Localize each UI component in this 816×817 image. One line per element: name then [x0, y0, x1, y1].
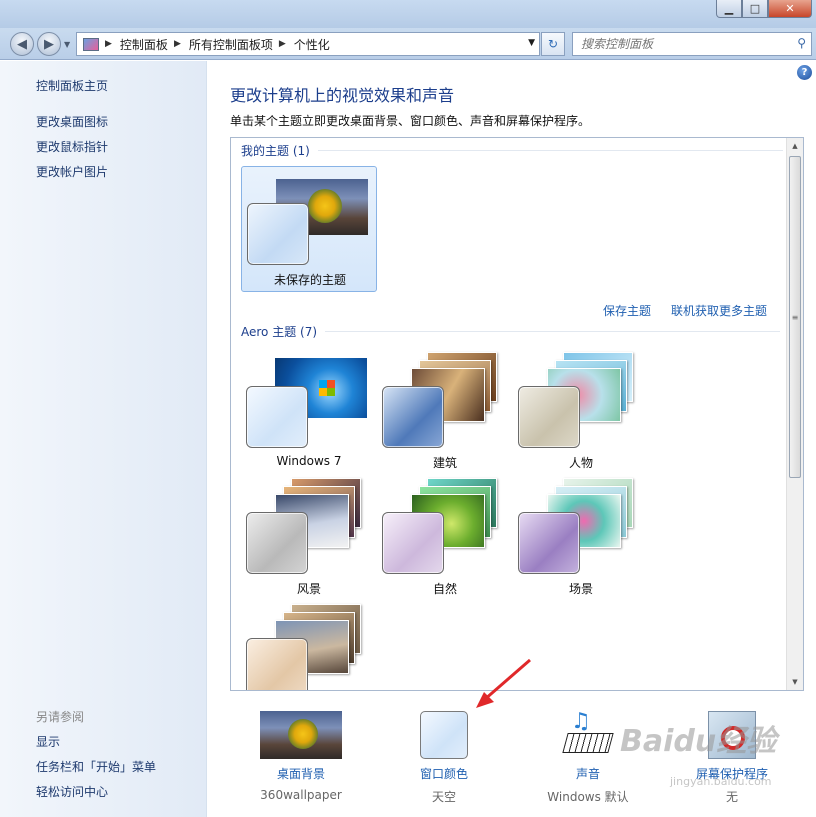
- window-color-value: 天空: [431, 790, 456, 804]
- search-input[interactable]: [573, 33, 773, 55]
- window-color-label: 窗口颜色: [419, 767, 468, 781]
- breadcrumb-separator-icon[interactable]: ▶: [105, 39, 112, 49]
- aero-themes-header-label: Aero 主题 (7): [241, 325, 318, 339]
- get-more-themes-link[interactable]: 联机获取更多主题: [671, 302, 767, 319]
- sidebar-link-home[interactable]: 控制面板主页: [36, 77, 108, 94]
- theme-actions: 保存主题 联机获取更多主题: [603, 302, 767, 319]
- theme-landscapes[interactable]: 风景: [241, 478, 377, 604]
- sidebar-link-display[interactable]: 显示: [36, 733, 60, 750]
- piano-keys-icon: [562, 733, 614, 753]
- address-dropdown-icon[interactable]: ▼: [528, 38, 535, 48]
- watermark-brand: Baidu经验: [620, 724, 777, 759]
- sidebar: 控制面板主页 更改桌面图标 更改鼠标指针 更改帐户图片 另请参阅 显示 任务栏和…: [0, 61, 207, 817]
- refresh-icon[interactable]: ↻: [541, 32, 565, 56]
- window-color-swatch: [518, 512, 580, 574]
- sidebar-link-ease-of-access[interactable]: 轻松访问中心: [36, 783, 108, 800]
- window-color-setting[interactable]: 窗口颜色 天空: [396, 711, 492, 805]
- scroll-up-icon[interactable]: ▲: [787, 138, 803, 154]
- theme-architecture[interactable]: 建筑: [377, 352, 513, 478]
- flower-image: [308, 189, 342, 223]
- search-icon[interactable]: ⚲: [797, 36, 806, 50]
- theme-unsaved[interactable]: 未保存的主题: [241, 166, 377, 292]
- window-color-swatch: [382, 512, 444, 574]
- sidebar-link-mouse-pointer[interactable]: 更改鼠标指针: [36, 138, 108, 155]
- address-bar[interactable]: ▶ 控制面板 ▶ 所有控制面板项 ▶ 个性化 ▼: [76, 32, 540, 56]
- page-subtitle: 单击某个主题立即更改桌面背景、窗口颜色、声音和屏幕保护程序。: [230, 114, 591, 128]
- title-bar: ▁ □ ✕: [0, 0, 816, 28]
- scrollbar-thumb[interactable]: ≡: [789, 156, 801, 478]
- theme-characters[interactable]: 人物: [513, 352, 649, 478]
- page-title: 更改计算机上的视觉效果和声音: [230, 86, 455, 105]
- search-box: ⚲: [572, 32, 812, 56]
- music-note-icon: ♫: [571, 709, 591, 734]
- aero-themes-header: Aero 主题 (7): [241, 323, 781, 340]
- theme-label: Windows 7: [276, 454, 342, 468]
- flower-image: [288, 719, 318, 749]
- my-themes-header-label: 我的主题 (1): [241, 144, 310, 158]
- window-color-swatch: [247, 203, 309, 265]
- desktop-background-value: 360wallpaper: [260, 788, 342, 802]
- vertical-scrollbar[interactable]: ▲ ≡ ▼: [786, 138, 803, 690]
- navigation-bar: ◀ ▶ ▼ ▶ 控制面板 ▶ 所有控制面板项 ▶ 个性化 ▼ ↻ ⚲: [0, 28, 816, 60]
- breadcrumb-separator-icon[interactable]: ▶: [174, 39, 181, 49]
- theme-label: 未保存的主题: [273, 273, 346, 287]
- window-color-swatch: [420, 711, 468, 759]
- see-also-heading: 另请参阅: [36, 710, 85, 724]
- forward-arrow-icon[interactable]: ▶: [37, 32, 61, 56]
- theme-windows7[interactable]: Windows 7: [241, 352, 377, 478]
- theme-label: 自然: [432, 582, 457, 596]
- group-divider: [317, 150, 783, 151]
- desktop-background-thumbnail: [260, 711, 342, 759]
- watermark-url: jingyan.baidu.com: [670, 775, 772, 788]
- breadcrumb-control-panel[interactable]: 控制面板: [120, 36, 168, 53]
- theme-label: 人物: [568, 456, 593, 470]
- theme-aero-7[interactable]: [241, 604, 377, 690]
- theme-scenes[interactable]: 场景: [513, 478, 649, 604]
- sidebar-link-desktop-icons[interactable]: 更改桌面图标: [36, 113, 108, 130]
- close-icon[interactable]: ✕: [768, 0, 812, 18]
- sounds-icon: ♫: [561, 709, 615, 759]
- desktop-background-label: 桌面背景: [276, 767, 325, 781]
- window-color-swatch: [246, 386, 308, 448]
- my-themes-header: 我的主题 (1): [241, 142, 783, 159]
- theme-label: 风景: [296, 582, 321, 596]
- windows-logo-icon: [319, 380, 335, 396]
- maximize-icon[interactable]: □: [742, 0, 768, 18]
- scroll-down-icon[interactable]: ▼: [787, 674, 803, 690]
- control-panel-icon: [83, 37, 99, 51]
- window-controls: ▁ □ ✕: [716, 0, 812, 18]
- sidebar-link-taskbar[interactable]: 任务栏和「开始」菜单: [36, 758, 156, 775]
- sound-label: 声音: [575, 767, 600, 781]
- window-color-swatch: [246, 512, 308, 574]
- window-color-swatch: [382, 386, 444, 448]
- sidebar-link-account-picture[interactable]: 更改帐户图片: [36, 163, 108, 180]
- breadcrumb-personalization[interactable]: 个性化: [294, 36, 330, 53]
- back-arrow-icon[interactable]: ◀: [10, 32, 34, 56]
- sound-value: Windows 默认: [547, 790, 629, 804]
- breadcrumb-all-items[interactable]: 所有控制面板项: [189, 36, 273, 53]
- screen-saver-value: 无: [725, 790, 738, 804]
- recent-pages-dropdown-icon[interactable]: ▼: [64, 40, 70, 49]
- window-color-swatch: [246, 638, 308, 690]
- window-color-swatch: [518, 386, 580, 448]
- breadcrumb-separator-icon[interactable]: ▶: [279, 39, 286, 49]
- theme-list: ▲ ≡ ▼ 我的主题 (1) 未保存的主题 保存主题 联机获取更多主题 Aero…: [230, 137, 804, 691]
- theme-nature[interactable]: 自然: [377, 478, 513, 604]
- annotation-arrow-icon: [476, 658, 531, 708]
- group-divider: [325, 331, 781, 332]
- theme-label: 场景: [568, 582, 593, 596]
- save-theme-link[interactable]: 保存主题: [603, 302, 651, 319]
- minimize-icon[interactable]: ▁: [716, 0, 742, 18]
- theme-label: 建筑: [432, 456, 457, 470]
- desktop-background-setting[interactable]: 桌面背景 360wallpaper: [248, 711, 354, 802]
- help-icon[interactable]: ?: [797, 65, 812, 80]
